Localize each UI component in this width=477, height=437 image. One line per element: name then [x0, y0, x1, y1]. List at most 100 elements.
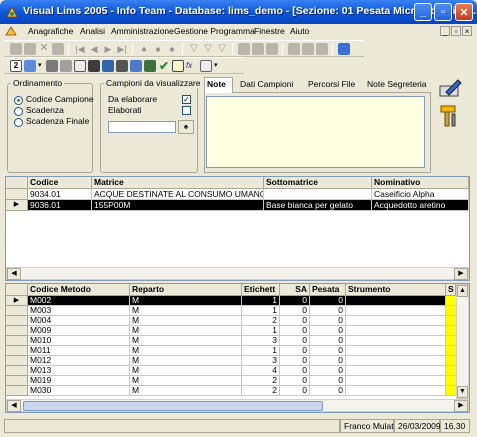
- title-bar[interactable]: Visual Lims 2005 - Info Team - Database:…: [0, 0, 477, 24]
- row-indicator[interactable]: [6, 336, 28, 346]
- find-next-icon[interactable]: ♠: [152, 43, 164, 55]
- calendar-icon[interactable]: [116, 60, 128, 72]
- apply-filter-icon[interactable]: ▽: [202, 43, 214, 55]
- function-icon[interactable]: fx: [186, 60, 198, 72]
- scroll-left-icon[interactable]: ◀: [7, 400, 21, 412]
- tab-note-segreteria[interactable]: Note Segreteria: [367, 79, 427, 92]
- scroll-right-icon[interactable]: ▶: [454, 400, 468, 412]
- window-icon[interactable]: [24, 60, 36, 72]
- find-previous-icon[interactable]: ♠: [166, 43, 178, 55]
- report-icon[interactable]: [130, 60, 142, 72]
- preview-icon[interactable]: [266, 43, 278, 55]
- properties-icon[interactable]: [46, 60, 58, 72]
- column-header-s[interactable]: S: [446, 284, 456, 296]
- table-row[interactable]: M003 M 1 0 0: [6, 306, 456, 316]
- sort-scadenza-radio[interactable]: [14, 107, 23, 116]
- table-row[interactable]: M010 M 3 0 0: [6, 336, 456, 346]
- edit-pen-icon[interactable]: [438, 78, 464, 98]
- number-2-icon[interactable]: 2: [10, 60, 22, 72]
- last-record-icon[interactable]: ▶|: [116, 43, 128, 55]
- menu-anagrafiche[interactable]: Anagrafiche: [28, 26, 73, 36]
- minimize-button[interactable]: _: [414, 3, 432, 21]
- window-menu-icon[interactable]: [5, 25, 17, 37]
- binoculars-icon[interactable]: ♠: [178, 120, 194, 134]
- row-indicator[interactable]: [6, 306, 28, 316]
- horizontal-scrollbar[interactable]: ◀ ▶: [6, 399, 469, 412]
- table-row[interactable]: M013 M 4 0 0: [6, 366, 456, 376]
- search-input[interactable]: [108, 121, 176, 133]
- mdi-close-button[interactable]: ×: [462, 26, 472, 36]
- row-indicator[interactable]: [6, 189, 28, 200]
- menu-aiuto[interactable]: Aiuto: [290, 26, 309, 36]
- row-indicator[interactable]: [6, 386, 28, 396]
- column-header-pesata[interactable]: Pesata: [310, 284, 346, 296]
- elaborati-checkbox[interactable]: [182, 106, 191, 115]
- remove-filter-icon[interactable]: ▽: [216, 43, 228, 55]
- new-icon[interactable]: [10, 43, 22, 55]
- row-indicator[interactable]: [6, 356, 28, 366]
- scroll-left-icon[interactable]: ◀: [7, 268, 21, 280]
- tab-note[interactable]: Note: [207, 79, 226, 92]
- row-indicator[interactable]: [6, 346, 28, 356]
- copy-icon[interactable]: [288, 43, 300, 55]
- print-icon[interactable]: [252, 43, 264, 55]
- table-row[interactable]: M009 M 1 0 0: [6, 326, 456, 336]
- note-textarea[interactable]: [206, 96, 425, 168]
- menu-finestre[interactable]: Finestre: [254, 26, 285, 36]
- lab-tools-icon[interactable]: [438, 104, 462, 130]
- checkmark-icon[interactable]: ✔: [158, 60, 170, 72]
- table-row[interactable]: M004 M 2 0 0: [6, 316, 456, 326]
- tools-icon[interactable]: [60, 60, 72, 72]
- da-elaborare-checkbox[interactable]: ✓: [182, 95, 191, 104]
- grid-icon[interactable]: [74, 60, 86, 72]
- mdi-restore-button[interactable]: ▫: [451, 26, 461, 36]
- mail-icon[interactable]: [172, 60, 184, 72]
- table-row[interactable]: 9034.01 ACQUE DESTINATE AL CONSUMO UMANO…: [6, 189, 469, 200]
- menu-analisi[interactable]: Analisi: [80, 26, 105, 36]
- column-header-etichett[interactable]: Etichett: [242, 284, 280, 296]
- document-icon[interactable]: [200, 60, 212, 72]
- save-icon[interactable]: [24, 43, 36, 55]
- row-indicator[interactable]: [6, 366, 28, 376]
- previous-record-icon[interactable]: ◀: [88, 43, 100, 55]
- menu-gestione-programma[interactable]: Gestione Programma: [174, 26, 255, 36]
- first-record-icon[interactable]: |◀: [74, 43, 86, 55]
- row-indicator[interactable]: [6, 316, 28, 326]
- sort-scadenza-finale-radio[interactable]: [14, 118, 23, 127]
- delete-icon[interactable]: ✕: [38, 43, 50, 55]
- current-row-arrow-icon[interactable]: ▶: [6, 200, 28, 211]
- column-header-sottomatrice[interactable]: Sottomatrice: [264, 177, 372, 189]
- undo-icon[interactable]: [52, 43, 64, 55]
- sort-codice-campione-radio[interactable]: [14, 96, 23, 105]
- close-button[interactable]: ✕: [455, 3, 473, 21]
- table-row[interactable]: M011 M 1 0 0: [6, 346, 456, 356]
- table-row[interactable]: M012 M 3 0 0: [6, 356, 456, 366]
- table-row-selected[interactable]: ▶ 9036.01 155P00M Base bianca per gelato…: [6, 200, 469, 211]
- notes-icon[interactable]: [144, 60, 156, 72]
- scroll-down-icon[interactable]: ▼: [457, 386, 468, 398]
- cut-icon[interactable]: [316, 43, 328, 55]
- table-row[interactable]: M019 M 2 0 0: [6, 376, 456, 386]
- row-indicator[interactable]: [6, 376, 28, 386]
- maximize-button[interactable]: ▫: [434, 3, 452, 21]
- help-icon[interactable]: [338, 43, 350, 55]
- column-header-codice-metodo[interactable]: Codice Metodo: [28, 284, 130, 296]
- horizontal-scrollbar[interactable]: ◀ ▶: [6, 267, 469, 280]
- paste-icon[interactable]: [302, 43, 314, 55]
- scroll-right-icon[interactable]: ▶: [454, 268, 468, 280]
- tab-dati-campioni[interactable]: Dati Campioni: [240, 79, 293, 92]
- scroll-up-icon[interactable]: ▲: [457, 285, 468, 297]
- table-row[interactable]: ▶ M002 M 1 0 0: [6, 296, 456, 306]
- row-indicator[interactable]: [6, 326, 28, 336]
- column-header-reparto[interactable]: Reparto: [130, 284, 242, 296]
- dropdown-arrow-icon[interactable]: ▾: [214, 60, 226, 72]
- current-row-arrow-icon[interactable]: ▶: [6, 296, 28, 306]
- stop-icon[interactable]: [238, 43, 250, 55]
- column-header-strumento[interactable]: Strumento: [346, 284, 446, 296]
- column-header-nominativo[interactable]: Nominativo: [372, 177, 469, 189]
- column-header-codice[interactable]: Codice: [28, 177, 92, 189]
- table-row[interactable]: M030 M 2 0 0: [6, 386, 456, 396]
- find-icon[interactable]: ♠: [138, 43, 150, 55]
- table-icon[interactable]: [102, 60, 114, 72]
- column-header-matrice[interactable]: Matrice: [92, 177, 264, 189]
